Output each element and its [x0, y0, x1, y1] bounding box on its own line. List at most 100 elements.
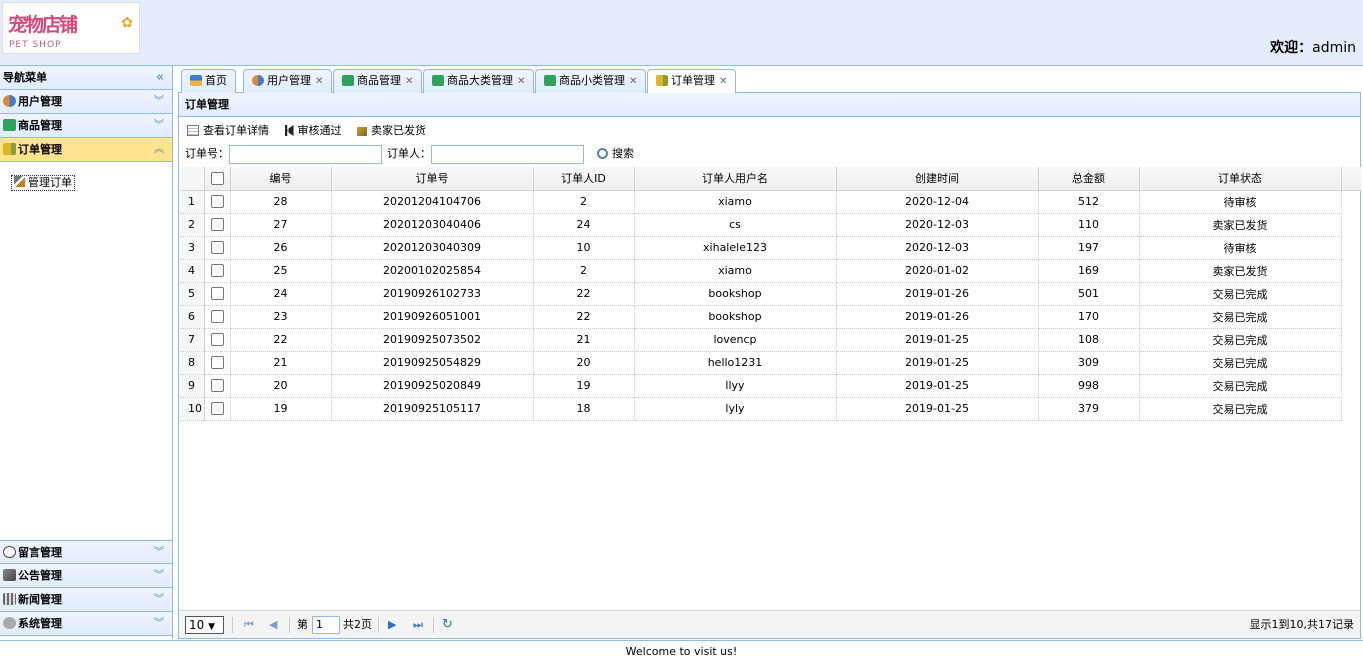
checkbox[interactable]	[210, 172, 224, 185]
checkbox[interactable]	[210, 379, 224, 393]
checkbox[interactable]	[210, 264, 224, 278]
row-filler	[1341, 259, 1361, 282]
row-checkbox[interactable]	[204, 236, 231, 260]
nav-group-label: 公告管理	[18, 569, 62, 582]
nav-group-news[interactable]: 新闻管理 ︾	[0, 588, 172, 612]
row-checkbox[interactable]	[204, 259, 231, 283]
orders-table: 编号 订单号 订单人ID 订单人用户名 创建时间 总金额 订单状态 1 28 202…	[180, 167, 1361, 421]
close-icon[interactable]: ✕	[315, 76, 323, 87]
checkbox[interactable]	[210, 333, 224, 347]
refresh-icon[interactable]: ↻	[442, 611, 453, 639]
package-icon	[357, 127, 367, 136]
checkbox[interactable]	[210, 241, 224, 255]
row-checkbox[interactable]	[204, 190, 231, 214]
skip-back-icon	[284, 125, 294, 136]
nav-item-manage-orders[interactable]: 管理订单	[11, 175, 75, 191]
table-row[interactable]: 3 26 20201203040309 10 xihalele123 2020-12-03…	[180, 236, 1361, 260]
column-header[interactable]: 订单人用户名	[634, 167, 837, 191]
row-checkbox[interactable]	[204, 374, 231, 398]
column-header[interactable]: 总金额	[1038, 167, 1140, 191]
nav-group-label: 订单管理	[18, 143, 62, 156]
tab-products[interactable]: 商品管理 ✕	[333, 69, 423, 93]
table-cell: 2019-01-25	[836, 397, 1039, 421]
column-header[interactable]: 订单人ID	[533, 167, 635, 191]
tab-orders[interactable]: 订单管理 ✕	[647, 69, 737, 94]
home-icon	[190, 75, 202, 86]
table-cell: hello1231	[634, 351, 837, 375]
tab-big-category[interactable]: 商品大类管理 ✕	[423, 69, 535, 93]
table-cell: 交易已完成	[1139, 328, 1342, 352]
table-row[interactable]: 8 21 20190925054829 20 hello1231 2019-01-25 30…	[180, 351, 1361, 375]
nav-group-products[interactable]: 商品管理 ︾	[0, 114, 172, 138]
table-row[interactable]: 10 19 20190925105117 18 lyly 2019-01-25 379 交易已…	[180, 397, 1361, 421]
row-checkbox[interactable]	[204, 305, 231, 329]
close-icon[interactable]: ✕	[719, 76, 727, 87]
first-page-icon[interactable]: ⏮	[244, 611, 254, 639]
table-row[interactable]: 2 27 20201203040406 24 cs 2020-12-03 110 卖家已发货	[180, 213, 1361, 237]
page-size-select[interactable]: 10 ▼	[185, 616, 224, 634]
checkbox[interactable]	[210, 310, 224, 324]
close-icon[interactable]: ✕	[405, 76, 413, 87]
table-row[interactable]: 7 22 20190925073502 21 lovencp 2019-01-25 108 交…	[180, 328, 1361, 352]
table-row[interactable]: 6 23 20190926051001 22 bookshop 2019-01-26 170…	[180, 305, 1361, 329]
nav-group-users[interactable]: 用户管理 ︾	[0, 90, 172, 114]
welcome-message: 欢迎：admin	[1270, 37, 1356, 57]
column-header[interactable]: 订单号	[331, 167, 534, 191]
checkbox[interactable]	[210, 218, 224, 232]
row-checkbox[interactable]	[204, 213, 231, 237]
tab-users[interactable]: 用户管理 ✕	[243, 69, 333, 93]
tab-home[interactable]: 首页	[181, 69, 236, 93]
view-order-detail-button[interactable]: 查看订单详情	[187, 123, 269, 139]
chevron-down-icon: ︾	[154, 570, 164, 581]
next-page-icon[interactable]: ▶	[388, 611, 396, 639]
table-row[interactable]: 1 28 20201204104706 2 xiamo 2020-12-04 512 待审核	[180, 190, 1361, 214]
approve-button[interactable]: 审核通过	[284, 123, 342, 139]
chart-icon	[3, 143, 16, 155]
page-number-input[interactable]: 1	[312, 616, 340, 634]
nav-group-label: 商品管理	[18, 119, 62, 132]
checkbox[interactable]	[210, 287, 224, 301]
table-cell: xihalele123	[634, 236, 837, 260]
checkbox[interactable]	[210, 195, 224, 209]
table-cell: cs	[634, 213, 837, 237]
table-row[interactable]: 9 20 20190925020849 19 llyy 2019-01-25 998 交易已完…	[180, 374, 1361, 398]
chevron-up-icon: ︽	[154, 144, 164, 155]
orderer-input[interactable]	[431, 144, 584, 164]
column-header[interactable]: 编号	[230, 167, 332, 191]
list-icon	[544, 75, 556, 86]
tab-small-category[interactable]: 商品小类管理 ✕	[535, 69, 647, 93]
prev-page-icon[interactable]: ◀	[269, 611, 277, 639]
button-label: 审核通过	[297, 124, 342, 137]
select-all-checkbox[interactable]	[204, 167, 231, 191]
table-cell: 23	[230, 305, 332, 329]
tab-label: 商品管理	[357, 74, 401, 87]
book-icon	[3, 569, 16, 581]
pager-divider	[289, 617, 290, 633]
table-row[interactable]: 4 25 20200102025854 2 xiamo 2020-01-02 169 卖家已发…	[180, 259, 1361, 283]
tab-label: 首页	[205, 74, 227, 87]
nav-group-system[interactable]: 系统管理 ︾	[0, 612, 172, 636]
row-checkbox[interactable]	[204, 282, 231, 306]
column-header[interactable]: 订单状态	[1139, 167, 1342, 191]
mark-shipped-button[interactable]: 卖家已发货	[357, 123, 426, 139]
row-checkbox[interactable]	[204, 397, 231, 421]
row-checkbox[interactable]	[204, 351, 231, 375]
row-filler	[1341, 282, 1361, 305]
checkbox[interactable]	[210, 402, 224, 416]
table-cell: llyy	[634, 374, 837, 398]
nav-group-messages[interactable]: 留言管理 ︾	[0, 540, 172, 564]
order-no-input[interactable]	[229, 144, 382, 164]
nav-group-orders[interactable]: 订单管理 ︽	[0, 138, 172, 162]
row-checkbox[interactable]	[204, 328, 231, 352]
pager-divider	[378, 617, 379, 633]
last-page-icon[interactable]: ⏭	[413, 611, 423, 639]
table-row[interactable]: 5 24 20190926102733 22 bookshop 2019-01-26 501…	[180, 282, 1361, 306]
close-icon[interactable]: ✕	[629, 76, 637, 87]
search-button[interactable]: 搜索	[597, 147, 634, 160]
close-icon[interactable]: ✕	[517, 76, 525, 87]
column-header[interactable]: 创建时间	[836, 167, 1039, 191]
nav-group-notices[interactable]: 公告管理 ︾	[0, 564, 172, 588]
chevron-down-icon: ︾	[154, 120, 164, 131]
checkbox[interactable]	[210, 356, 224, 370]
collapse-left-icon[interactable]: «	[156, 66, 164, 90]
